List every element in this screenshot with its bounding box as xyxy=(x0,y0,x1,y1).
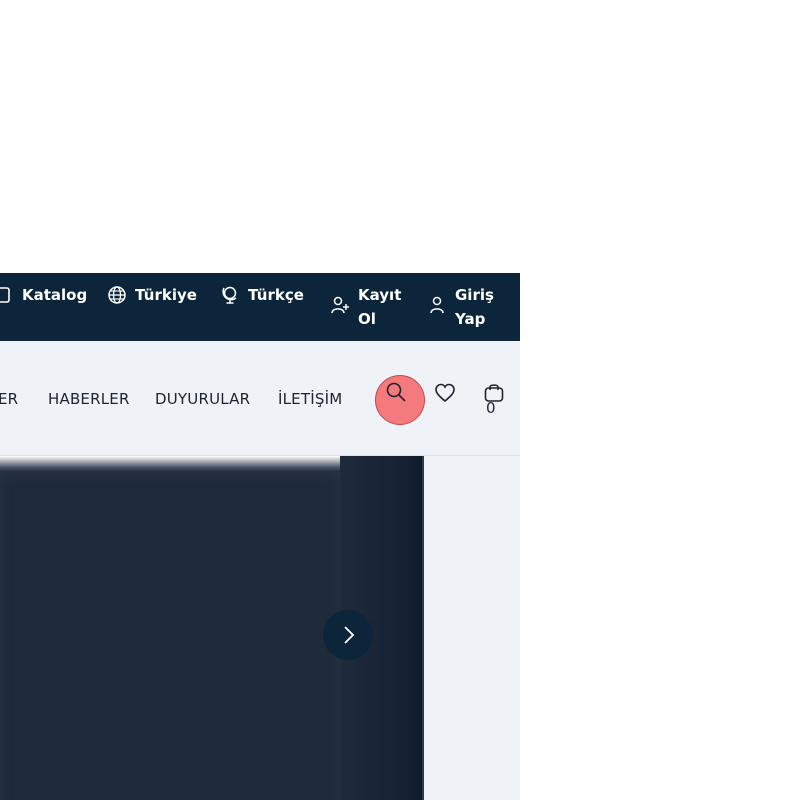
slider-next-button[interactable] xyxy=(323,610,373,660)
catalog-icon xyxy=(0,285,14,305)
hero-slide-top-shadow xyxy=(0,456,340,472)
nav-link-haberler[interactable]: HABERLER xyxy=(48,390,130,408)
page-viewport: Katalog Türkiye Türkçe Kayıt Ol Giriş Ya… xyxy=(0,273,520,800)
topbar-language-selector[interactable]: Türkçe xyxy=(220,283,304,307)
search-icon xyxy=(385,381,407,407)
cart-count-badge: 0 xyxy=(486,399,496,417)
user-plus-icon xyxy=(330,295,350,315)
globe-icon xyxy=(107,285,127,305)
main-navigation: ER HABERLER DUYURULAR İLETİŞİM 0 xyxy=(0,341,520,456)
topbar-login-link[interactable]: Giriş Yap xyxy=(427,283,494,331)
topbar-catalog-link[interactable]: Katalog xyxy=(0,283,87,307)
top-bar: Katalog Türkiye Türkçe Kayıt Ol Giriş Ya… xyxy=(0,273,520,341)
user-icon xyxy=(427,295,447,315)
hero-slide-current xyxy=(0,456,340,800)
topbar-catalog-label: Katalog xyxy=(22,286,88,304)
nav-link-duyurular[interactable]: DUYURULAR xyxy=(155,390,250,408)
chevron-right-icon xyxy=(344,626,355,644)
topbar-country-label: Türkiye xyxy=(135,286,197,304)
wishlist-heart-icon[interactable] xyxy=(434,382,456,408)
nav-link-partial[interactable]: ER xyxy=(0,390,18,408)
topbar-register-label: Kayıt Ol xyxy=(358,286,402,328)
nav-link-iletisim[interactable]: İLETİŞİM xyxy=(278,390,342,408)
topbar-country-selector[interactable]: Türkiye xyxy=(107,283,197,307)
hero-slider xyxy=(0,456,520,800)
topbar-language-label: Türkçe xyxy=(248,286,304,304)
topbar-register-link[interactable]: Kayıt Ol xyxy=(330,283,401,331)
language-globe-icon xyxy=(220,285,240,305)
topbar-login-label: Giriş Yap xyxy=(455,286,494,328)
